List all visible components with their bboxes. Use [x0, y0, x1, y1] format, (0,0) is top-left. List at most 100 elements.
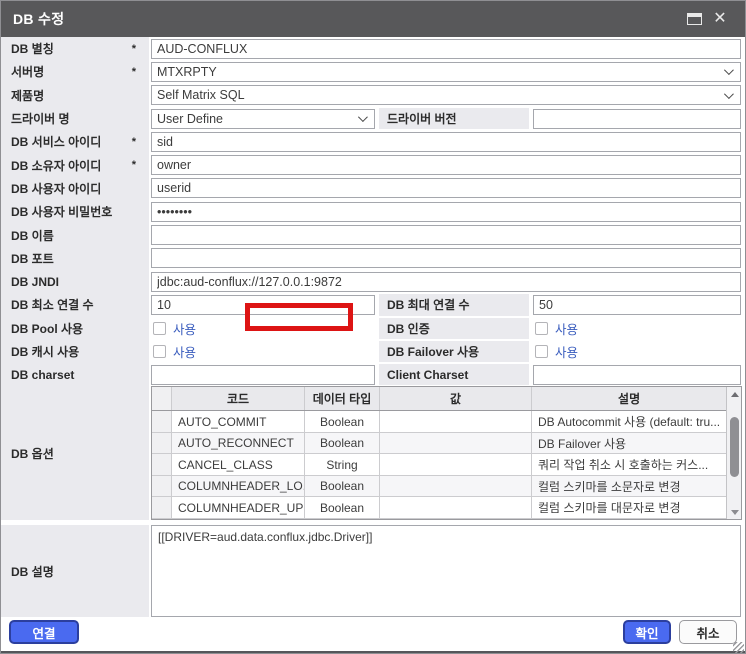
chevron-down-icon — [724, 66, 734, 76]
service-id-label: DB 서비스 아이디* — [1, 130, 149, 153]
maximize-button[interactable] — [681, 8, 707, 30]
resize-grip[interactable] — [733, 642, 744, 653]
table-cell[interactable]: AUTO_RECONNECT — [172, 433, 305, 454]
db-description-textarea[interactable]: [[DRIVER=aud.data.conflux.jdbc.Driver]] — [151, 525, 741, 617]
table-cell[interactable]: 컬럼 스키마를 대문자로 변경 — [532, 497, 726, 518]
row-owner-id: DB 소유자 아이디* — [1, 153, 741, 176]
row-product-name: 제품명 Self Matrix SQL — [1, 84, 741, 107]
cancel-button[interactable]: 취소 — [679, 620, 737, 644]
row-pool-auth: DB Pool 사용 사용 DB 인증 사용 — [1, 317, 741, 340]
table-cell[interactable] — [380, 454, 532, 475]
ok-button[interactable]: 확인 — [623, 620, 671, 644]
table-cell[interactable] — [152, 454, 172, 475]
password-label: DB 사용자 비밀번호 — [1, 200, 149, 223]
triangle-down-icon — [731, 510, 739, 515]
titlebar[interactable]: DB 수정 ✕ — [1, 1, 745, 37]
table-cell[interactable]: Boolean — [305, 433, 380, 454]
max-connections-input[interactable] — [533, 295, 741, 315]
table-header-value: 값 — [380, 387, 532, 410]
required-asterisk: * — [132, 66, 136, 78]
table-cell[interactable] — [152, 476, 172, 497]
close-button[interactable]: ✕ — [707, 8, 733, 30]
password-input[interactable] — [151, 202, 741, 222]
table-cell[interactable]: COLUMNHEADER_UPP... — [172, 497, 305, 518]
table-cell[interactable] — [380, 497, 532, 518]
table-row[interactable]: COLUMNHEADER_LO...Boolean 컬럼 스키마를 소문자로 변경 — [152, 476, 726, 498]
db-options-label: DB 옵션 — [1, 386, 149, 520]
owner-id-input[interactable] — [151, 155, 741, 175]
table-cell[interactable] — [380, 433, 532, 454]
table-cell[interactable]: DB Autocommit 사용 (default: tru... — [532, 411, 726, 432]
table-cell[interactable]: Boolean — [305, 476, 380, 497]
connect-button[interactable]: 연결 — [9, 620, 79, 644]
db-description-label: DB 설명 — [1, 525, 149, 617]
table-header-datatype: 데이터 타입 — [305, 387, 380, 410]
required-asterisk: * — [132, 159, 136, 171]
table-cell[interactable] — [380, 476, 532, 497]
dialog-title: DB 수정 — [13, 9, 64, 29]
table-cell[interactable]: String — [305, 454, 380, 475]
client-charset-input[interactable] — [533, 365, 741, 385]
user-id-input[interactable] — [151, 178, 741, 198]
row-connections: DB 최소 연결 수 DB 최대 연결 수 — [1, 293, 741, 316]
table-scrollbar[interactable] — [726, 387, 741, 519]
service-id-input[interactable] — [151, 132, 741, 152]
row-db-alias: DB 별칭* — [1, 37, 741, 60]
table-header-code: 코드 — [172, 387, 305, 410]
row-driver: 드라이버 명 User Define 드라이버 버전 — [1, 107, 741, 130]
table-cell[interactable] — [152, 433, 172, 454]
table-cell[interactable]: DB Failover 사용 — [532, 433, 726, 454]
jndi-input[interactable] — [151, 272, 741, 292]
table-cell[interactable]: 컬럼 스키마를 소문자로 변경 — [532, 476, 726, 497]
row-db-options: DB 옵션 코드 데이터 타입 값 설명 AUTO_COMMITBooleanD… — [1, 386, 741, 520]
auth-checkbox[interactable] — [535, 322, 548, 335]
product-name-select[interactable]: Self Matrix SQL — [151, 85, 741, 105]
table-cell[interactable]: Boolean — [305, 497, 380, 518]
server-name-select[interactable]: MTXRPTY — [151, 62, 741, 82]
cache-label: DB 캐시 사용 — [1, 340, 149, 363]
scroll-down-button[interactable] — [727, 505, 742, 519]
chevron-down-icon — [358, 112, 368, 122]
row-db-description: DB 설명 [[DRIVER=aud.data.conflux.jdbc.Dri… — [1, 525, 741, 617]
client-charset-label: Client Charset — [379, 364, 529, 385]
maximize-icon — [687, 13, 702, 25]
table-cell[interactable]: 쿼리 작업 취소 시 호출하는 커스... — [532, 454, 726, 475]
table-cell[interactable]: AUTO_COMMIT — [172, 411, 305, 432]
table-cell[interactable] — [380, 411, 532, 432]
pool-checkbox[interactable] — [153, 322, 166, 335]
row-password: DB 사용자 비밀번호 — [1, 200, 741, 223]
max-connections-label: DB 최대 연결 수 — [379, 294, 529, 315]
scrollbar-thumb[interactable] — [730, 417, 739, 477]
db-port-input[interactable] — [151, 248, 741, 268]
options-table-body: AUTO_COMMITBooleanDB Autocommit 사용 (defa… — [152, 411, 726, 519]
db-options-table: 코드 데이터 타입 값 설명 AUTO_COMMITBooleanDB Auto… — [151, 386, 742, 520]
table-cell[interactable]: Boolean — [305, 411, 380, 432]
jndi-label: DB JNDI — [1, 270, 149, 293]
db-edit-dialog: DB 수정 ✕ DB 별칭* 서버명* MTXRPTY 제품명 Self Mat… — [0, 0, 746, 654]
min-connections-input[interactable] — [151, 295, 375, 315]
cache-checkbox[interactable] — [153, 345, 166, 358]
row-db-port: DB 포트 — [1, 247, 741, 270]
row-cache-failover: DB 캐시 사용 사용 DB Failover 사용 사용 — [1, 340, 741, 363]
pool-label: DB Pool 사용 — [1, 317, 149, 340]
db-charset-label: DB charset — [1, 363, 149, 386]
table-cell[interactable] — [152, 497, 172, 518]
db-alias-input[interactable] — [151, 39, 741, 59]
db-charset-input[interactable] — [151, 365, 375, 385]
driver-name-select[interactable]: User Define — [151, 109, 375, 129]
table-cell[interactable]: COLUMNHEADER_LO... — [172, 476, 305, 497]
table-row[interactable]: CANCEL_CLASSString 쿼리 작업 취소 시 호출하는 커스... — [152, 454, 726, 476]
table-row[interactable]: AUTO_RECONNECTBoolean DB Failover 사용 — [152, 433, 726, 455]
scroll-up-button[interactable] — [727, 387, 742, 401]
db-name-input[interactable] — [151, 225, 741, 245]
table-cell[interactable]: CANCEL_CLASS — [172, 454, 305, 475]
row-server-name: 서버명* MTXRPTY — [1, 60, 741, 83]
table-row[interactable]: AUTO_COMMITBoolean DB Autocommit 사용 (defa… — [152, 411, 726, 433]
table-cell[interactable] — [152, 411, 172, 432]
driver-version-label: 드라이버 버전 — [379, 108, 529, 129]
failover-checkbox[interactable] — [535, 345, 548, 358]
driver-version-input[interactable] — [533, 109, 741, 129]
failover-label: DB Failover 사용 — [379, 341, 529, 362]
required-asterisk: * — [132, 136, 136, 148]
table-row[interactable]: COLUMNHEADER_UPP...Boolean 컬럼 스키마를 대문자로 변… — [152, 497, 726, 519]
